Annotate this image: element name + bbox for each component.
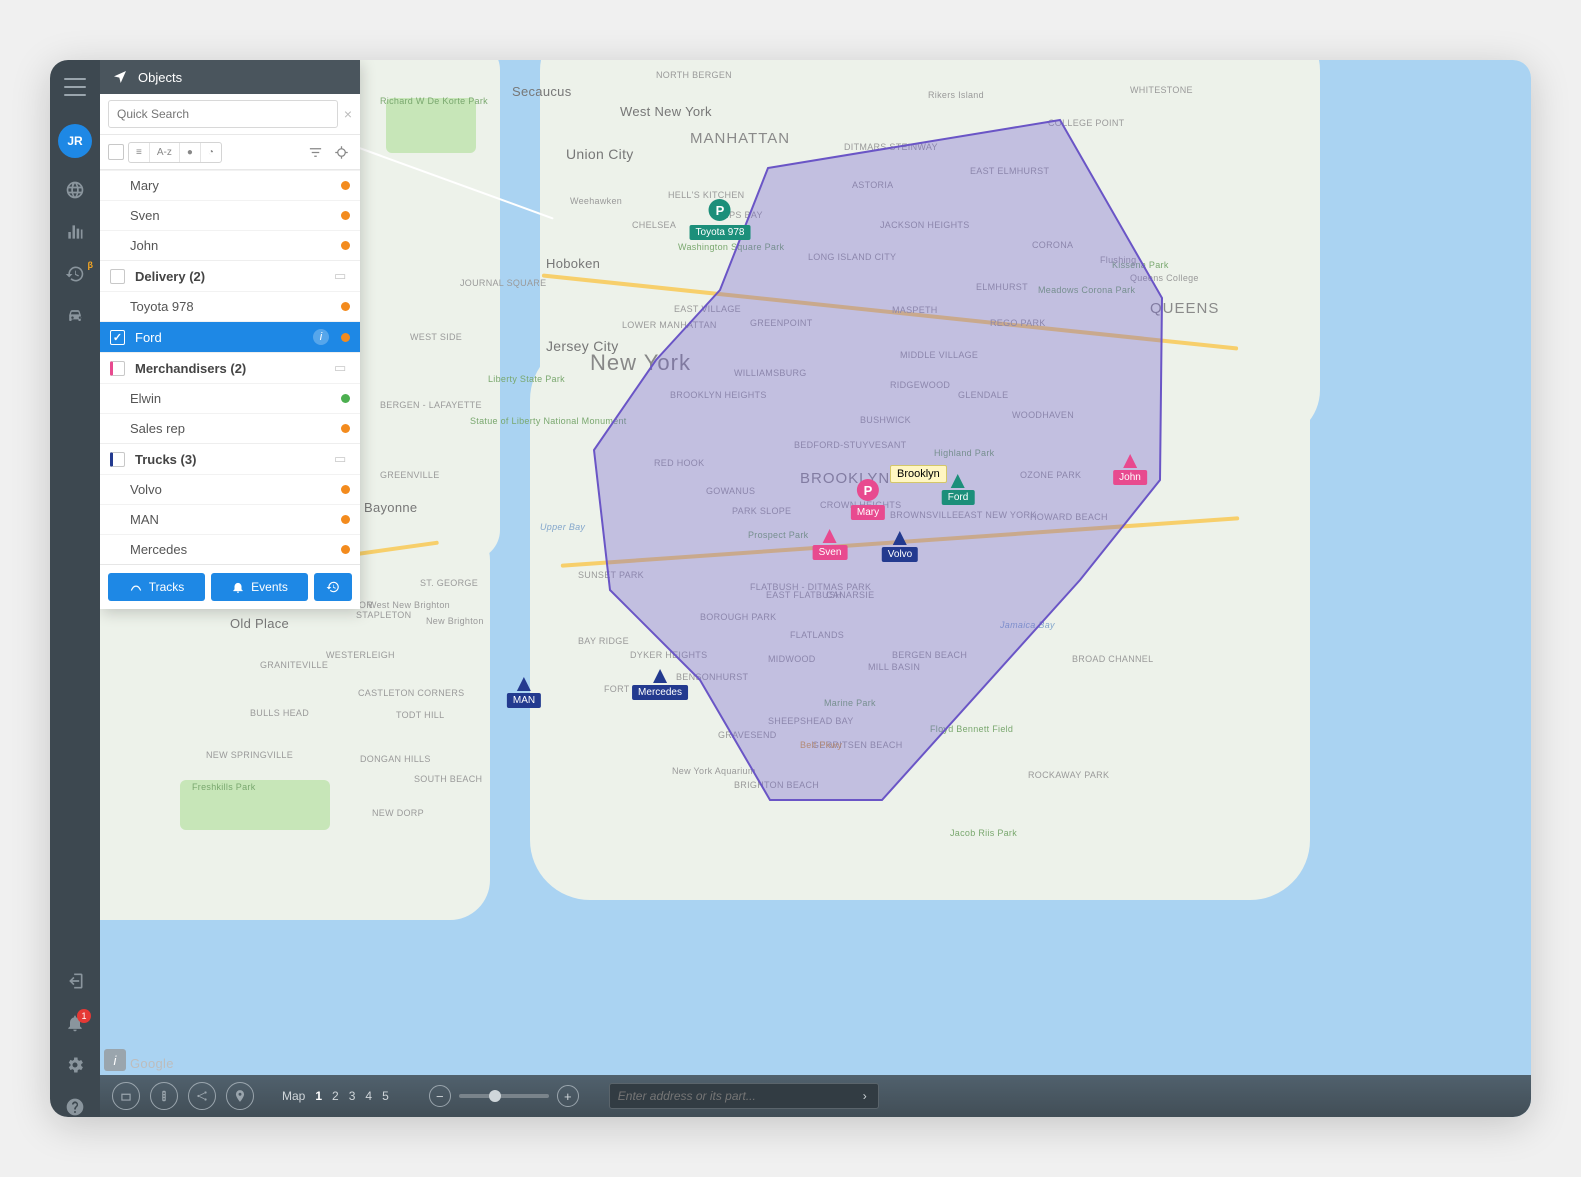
geofence-label: Brooklyn [890,465,947,483]
map-page[interactable]: 3 [349,1089,356,1103]
menu-icon[interactable] [64,78,86,96]
list-item[interactable]: Elwin [100,383,360,413]
list-item[interactable]: Toyota 978 [100,291,360,321]
poi-icon[interactable] [226,1082,254,1110]
arrow-icon [951,474,965,488]
bottom-bar: Map 1 2 3 4 5 − + › [100,1075,1531,1117]
parking-icon: P [857,479,879,501]
events-button[interactable]: Events [211,573,308,601]
marker-mary[interactable]: P Mary [851,479,885,520]
list-item[interactable]: MAN [100,504,360,534]
parking-icon: P [709,199,731,221]
map-page[interactable]: 4 [365,1089,372,1103]
group-checkbox[interactable] [110,269,125,284]
info-icon[interactable]: i [313,329,329,345]
search-input[interactable] [108,100,338,128]
marker-mercedes[interactable]: Mercedes [632,669,688,700]
arrow-icon [653,669,667,683]
list-item[interactable]: John [100,230,360,260]
map-label: Map [282,1089,305,1103]
objects-panel: Objects × ≡ A-z ● ◔ Mary Sven [100,60,360,609]
address-input[interactable] [610,1089,852,1103]
history-icon[interactable]: β [65,264,85,284]
sort-status-icon[interactable]: ● [180,143,201,162]
zoom-in-button[interactable]: + [557,1085,579,1107]
chat-icon[interactable]: ▭ [334,360,350,376]
arrow-icon [893,531,907,545]
marker-ford[interactable]: Ford [942,474,975,505]
reports-icon[interactable] [65,222,85,242]
left-nav-rail: JR β 1 [50,60,100,1117]
marker-john[interactable]: John [1113,454,1147,485]
chat-icon[interactable]: ▭ [334,268,350,284]
marker-sven[interactable]: Sven [813,529,848,560]
arrow-icon [517,677,531,691]
notifications-icon[interactable]: 1 [65,1013,85,1033]
clear-search-icon[interactable]: × [344,106,352,122]
vehicle-icon[interactable] [65,306,85,326]
select-all-checkbox[interactable] [108,144,124,160]
group-checkbox[interactable] [110,361,125,376]
zoom-slider[interactable] [459,1094,549,1098]
globe-icon[interactable] [65,180,85,200]
arrow-icon [1123,454,1137,468]
logout-icon[interactable] [65,971,85,991]
settings-icon[interactable] [65,1055,85,1075]
help-icon[interactable] [65,1097,85,1117]
layers-icon[interactable] [112,1082,140,1110]
notifications-badge: 1 [77,1009,91,1023]
sort-speed-icon[interactable]: ◔ [201,143,221,162]
marker-man[interactable]: MAN [507,677,541,708]
address-go-icon[interactable]: › [852,1084,878,1108]
map-page-active[interactable]: 1 [315,1089,322,1103]
objects-list: Mary Sven John Delivery (2) ▭ Toyota 978… [100,170,360,564]
location-arrow-icon [112,69,128,85]
list-item[interactable]: Mary [100,170,360,200]
group-header-delivery[interactable]: Delivery (2) ▭ [100,260,360,291]
share-icon[interactable] [188,1082,216,1110]
marker-volvo[interactable]: Volvo [882,531,918,562]
list-item[interactable]: Sven [100,200,360,230]
panel-title: Objects [138,70,182,85]
list-item[interactable]: Volvo [100,474,360,504]
group-checkbox[interactable] [110,452,125,467]
item-checkbox[interactable] [110,330,125,345]
sort-az[interactable]: A-z [150,143,180,162]
map-attribution: Google [130,1056,174,1071]
address-search: › [609,1083,879,1109]
arrow-icon [823,529,837,543]
map-area[interactable]: New York MANHATTAN MANHATTAN BROOKLYN QU… [100,60,1531,1117]
filter-icon[interactable] [304,141,326,163]
tracks-button[interactable]: Tracks [108,573,205,601]
map-pager: Map 1 2 3 4 5 [282,1089,389,1103]
history-button[interactable] [314,573,352,601]
map-info-icon[interactable]: i [104,1049,126,1071]
zoom-out-button[interactable]: − [429,1085,451,1107]
target-icon[interactable] [330,141,352,163]
map-page[interactable]: 5 [382,1089,389,1103]
group-header-merch[interactable]: Merchandisers (2) ▭ [100,352,360,383]
list-item-selected[interactable]: Ford i [100,321,360,352]
group-header-trucks[interactable]: Trucks (3) ▭ [100,443,360,474]
list-item[interactable]: Sales rep [100,413,360,443]
sort-segmented[interactable]: ≡ A-z ● ◔ [128,142,222,163]
list-view-icon[interactable]: ≡ [129,143,150,162]
panel-header: Objects [100,60,360,94]
marker-toyota[interactable]: P Toyota 978 [690,199,751,240]
list-item[interactable]: Mercedes [100,534,360,564]
map-page[interactable]: 2 [332,1089,339,1103]
traffic-icon[interactable] [150,1082,178,1110]
chat-icon[interactable]: ▭ [334,451,350,467]
avatar[interactable]: JR [58,124,92,158]
